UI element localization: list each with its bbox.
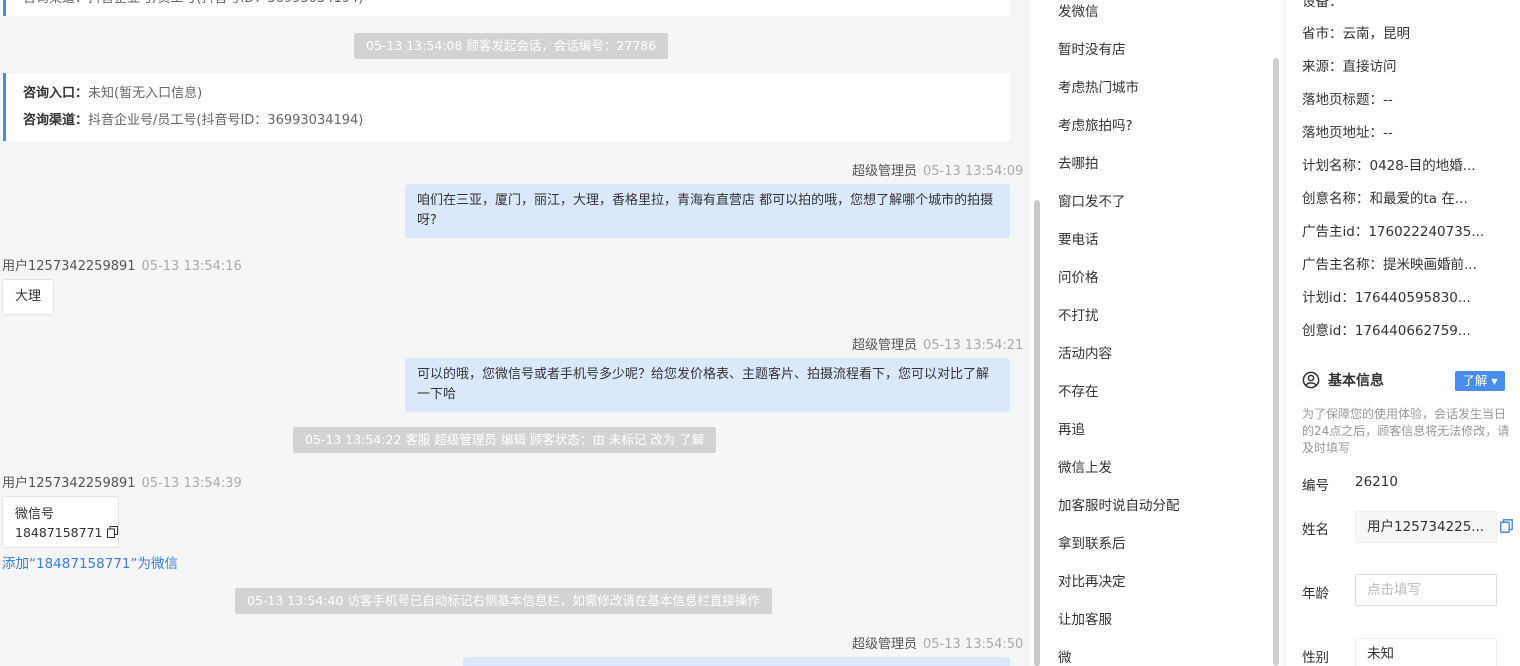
message-time: 05-13 13:54:50: [923, 637, 1024, 652]
quick-reply-item[interactable]: 活动内容: [1042, 342, 1272, 380]
sender-name: 超级管理员: [852, 637, 918, 652]
sender-name: 用户1257342259891: [2, 476, 136, 491]
gender-label: 性别: [1302, 650, 1329, 666]
wechat-card-title: 微信号: [15, 507, 55, 522]
quick-reply-list: 发微信 暂时没有店 考虑热门城市 考虑旅拍吗? 去哪拍 窗口发不了 要电话 问价格 不打扰 活动内…: [1042, 0, 1280, 666]
name-value: 用户125734225...: [1367, 519, 1485, 535]
quick-reply-item[interactable]: 窗口发不了: [1042, 190, 1272, 228]
entry-label: 咨询入口：: [23, 86, 89, 101]
gender-value: 未知: [1367, 646, 1394, 662]
quick-reply-item[interactable]: 要电话: [1042, 228, 1272, 266]
quick-reply-item[interactable]: 考虑热门城市: [1042, 76, 1272, 114]
message-time: 05-13 13:54:39: [141, 476, 242, 491]
channel-value: 抖音企业号/员工号(抖音号ID：36993034194): [88, 113, 364, 128]
system-message: 05-13 13:54:08 顾客发起会话，会话编号：27786: [354, 33, 669, 59]
copy-icon[interactable]: [1500, 519, 1513, 533]
basic-info-header: 基本信息: [1302, 370, 1384, 390]
landing-page-url: 落地页地址：--: [1302, 125, 1393, 141]
channel-row: 咨询渠道：抖音企业号/员工号(抖音号ID：36993034194): [23, 107, 1010, 134]
user-circle-icon: [1302, 371, 1320, 389]
user-message-text: 大理: [14, 289, 41, 304]
add-wechat-link[interactable]: 添加“18487158771”为微信: [2, 552, 178, 572]
creative-id: 创意id：176440662759...: [1302, 323, 1471, 339]
agent-message-bubble[interactable]: 可以的哦，您微信号或者手机号多少呢？给您发价格表、主题客片、拍摄流程看下，您可以…: [405, 358, 1010, 412]
message-meta: 用户1257342259891 05-13 13:54:39: [2, 472, 242, 491]
caret-down-icon: ▼: [1491, 377, 1498, 386]
quick-reply-item[interactable]: 微: [1042, 646, 1272, 666]
quick-reply-item[interactable]: 加客服时说自动分配: [1042, 494, 1272, 532]
plan-id: 计划id：176440595830...: [1302, 290, 1471, 306]
age-label: 年龄: [1302, 586, 1329, 602]
system-message: 05-13 13:54:40 访客手机号已自动标记右侧基本信息栏，如需修改请在基…: [235, 588, 772, 614]
quick-reply-item[interactable]: 再追: [1042, 418, 1272, 456]
message-meta: 超级管理员 05-13 13:54:09: [852, 160, 1023, 179]
card-partial-text: 咨询渠道：抖音企业号/员工号(抖音号ID：36993034194): [23, 0, 1010, 8]
entry-row: 咨询入口：未知(暂无入口信息): [23, 80, 1010, 107]
edit-notice: 为了保障您的使用体验，会话发生当日的24点之后，顾客信息将无法修改，请及时填写: [1302, 407, 1510, 455]
agent-message-bubble[interactable]: [463, 657, 1010, 666]
quick-reply-item[interactable]: 让加客服: [1042, 608, 1272, 646]
quick-reply-item[interactable]: 发微信: [1042, 0, 1272, 38]
sender-name: 用户1257342259891: [2, 259, 136, 274]
advertiser-id: 广告主id：176022240735...: [1302, 224, 1485, 240]
number-value: 26210: [1355, 474, 1398, 490]
message-meta: 超级管理员 05-13 13:54:50: [852, 633, 1023, 652]
message-meta: 超级管理员 05-13 13:54:21: [852, 334, 1023, 353]
chat-scrollbar[interactable]: [1034, 200, 1040, 666]
chat-panel[interactable]: 咨询渠道：抖音企业号/员工号(抖音号ID：36993034194) 05-13 …: [0, 0, 1030, 666]
source-card-partial: 咨询渠道：抖音企业号/员工号(抖音号ID：36993034194): [3, 0, 1010, 16]
age-input[interactable]: 点击填写: [1355, 574, 1497, 606]
wechat-card-message[interactable]: 微信号 18487158771: [2, 496, 119, 548]
quick-reply-item[interactable]: 暂时没有店: [1042, 38, 1272, 76]
agent-message-bubble[interactable]: 咱们在三亚，厦门，丽江，大理，香格里拉，青海有直营店 都可以拍的哦，您想了解哪个…: [405, 184, 1010, 238]
message-time: 05-13 13:54:09: [923, 164, 1024, 179]
basic-info-title: 基本信息: [1328, 373, 1384, 389]
message-time: 05-13 13:54:21: [923, 338, 1024, 353]
quick-reply-item[interactable]: 拿到联系后: [1042, 532, 1272, 570]
creative-name: 创意名称：和最爱的ta 在...: [1302, 191, 1468, 207]
quick-reply-item[interactable]: 问价格: [1042, 266, 1272, 304]
visitor-province: 省市：云南，昆明: [1302, 26, 1410, 42]
customer-status-value: 了解: [1462, 373, 1488, 388]
landing-page-title: 落地页标题：--: [1302, 92, 1393, 108]
quick-reply-scrollbar[interactable]: [1273, 58, 1279, 666]
channel-label: 咨询渠道：: [23, 113, 89, 128]
quick-reply-item[interactable]: 不打扰: [1042, 304, 1272, 342]
visitor-source: 来源：直接访问: [1302, 59, 1397, 75]
visitor-device: 设备：: [1302, 0, 1343, 10]
plan-name: 计划名称：0428-目的地婚...: [1302, 158, 1476, 174]
entry-value: 未知(暂无入口信息): [88, 86, 203, 101]
wechat-number-row: 18487158771: [15, 524, 118, 543]
message-time: 05-13 13:54:16: [141, 259, 242, 274]
system-message: 05-13 13:54:22 客服 超级管理员 编辑 顾客状态：由 未标记 改为…: [293, 427, 717, 453]
quick-reply-item[interactable]: 微信上发: [1042, 456, 1272, 494]
source-card: 咨询入口：未知(暂无入口信息) 咨询渠道：抖音企业号/员工号(抖音号ID：369…: [3, 73, 1010, 141]
advertiser-name: 广告主名称：提米映画婚前...: [1302, 257, 1477, 273]
number-label: 编号: [1302, 478, 1329, 494]
quick-reply-item[interactable]: 对比再决定: [1042, 570, 1272, 608]
message-meta: 用户1257342259891 05-13 13:54:16: [2, 255, 242, 274]
copy-icon[interactable]: [106, 526, 118, 538]
name-label: 姓名: [1302, 522, 1329, 538]
chat-workspace: 咨询渠道：抖音企业号/员工号(抖音号ID：36993034194) 05-13 …: [0, 0, 1520, 666]
quick-reply-item[interactable]: 考虑旅拍吗?: [1042, 114, 1272, 152]
visitor-info-panel: 设备： 省市：云南，昆明 来源：直接访问 落地页标题：-- 落地页地址：-- 计…: [1285, 0, 1520, 666]
quick-reply-item[interactable]: 不存在: [1042, 380, 1272, 418]
customer-status-dropdown[interactable]: 了解 ▼: [1455, 371, 1505, 391]
age-placeholder: 点击填写: [1367, 582, 1421, 598]
quick-reply-item[interactable]: 去哪拍: [1042, 152, 1272, 190]
wechat-number: 18487158771: [15, 525, 103, 540]
user-message-bubble[interactable]: 大理: [2, 279, 54, 315]
gender-select[interactable]: 未知: [1355, 638, 1497, 666]
sender-name: 超级管理员: [852, 338, 918, 353]
sender-name: 超级管理员: [852, 164, 918, 179]
name-field[interactable]: 用户125734225...: [1355, 511, 1497, 543]
